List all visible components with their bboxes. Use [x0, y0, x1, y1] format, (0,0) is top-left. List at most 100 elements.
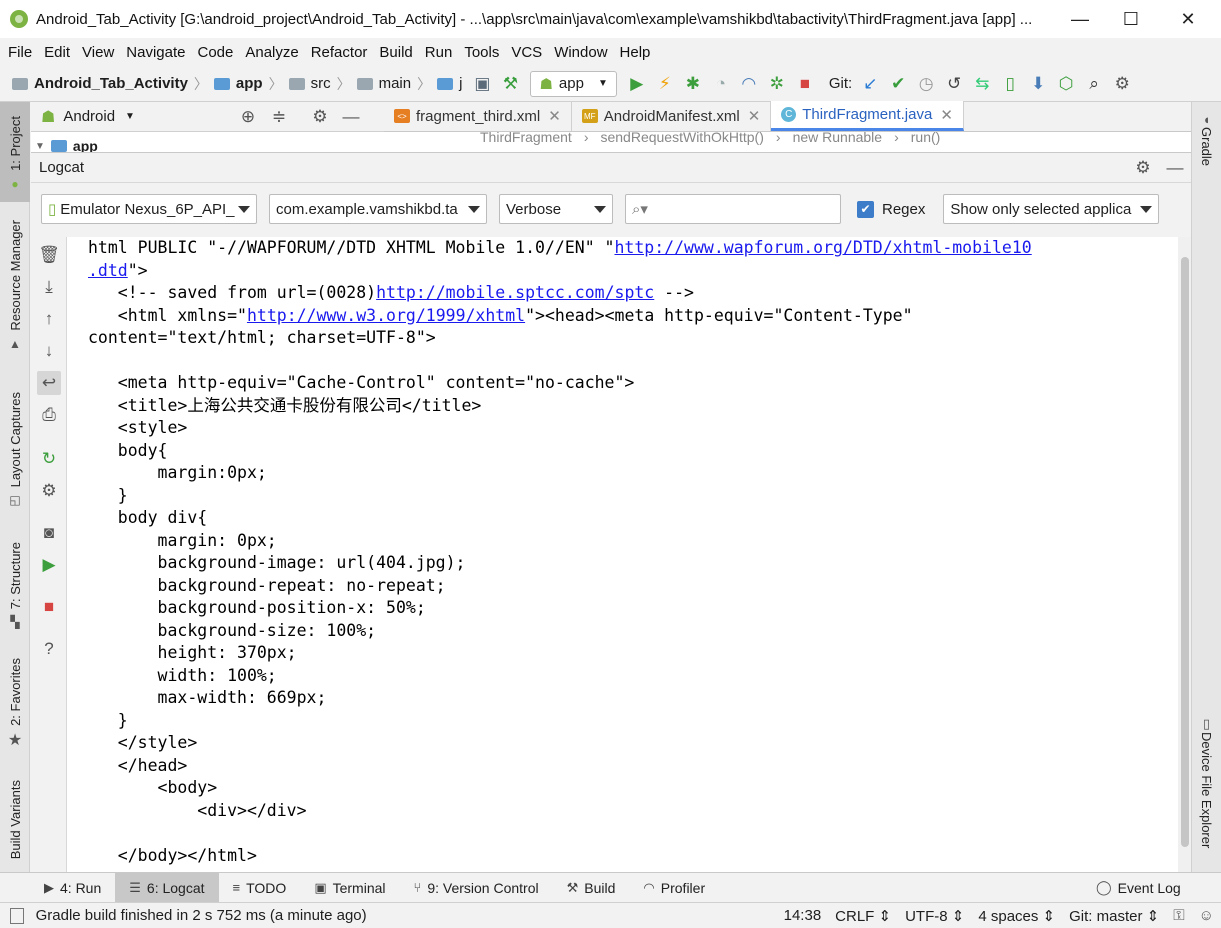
search-icon[interactable]: ⌕ — [1081, 71, 1107, 97]
scrollbar-thumb[interactable] — [1181, 257, 1189, 847]
git-update-icon[interactable]: ↙ — [857, 71, 883, 97]
stop-icon[interactable]: ■ — [792, 71, 818, 97]
git-commit-icon[interactable]: ✔ — [885, 71, 911, 97]
tab-third-fragment-java[interactable]: C ThirdFragment.java ✕ — [771, 101, 964, 131]
breadcrumb-project[interactable]: Android_Tab_Activity 〉 — [12, 74, 208, 94]
tool-tab-structure[interactable]: 7: Structure ▚ — [0, 542, 30, 642]
tool-tab-layout-captures[interactable]: Layout Captures ◱ — [0, 392, 30, 512]
bottom-tab[interactable]: ◠ Profiler — [629, 873, 719, 903]
hide-panel-icon[interactable]: — — [338, 104, 364, 130]
bottom-tab[interactable]: ⑂ 9: Version Control — [400, 873, 553, 903]
log-link[interactable]: http://www.w3.org/1999/xhtml — [247, 306, 525, 325]
logcat-search-input[interactable]: ⌕▾ — [625, 194, 841, 224]
menu-analyze[interactable]: Analyze — [239, 44, 304, 61]
menu-run[interactable]: Run — [419, 44, 459, 61]
logcat-output[interactable]: html PUBLIC "-//WAPFORUM//DTD XHTML Mobi… — [67, 237, 1178, 873]
menu-view[interactable]: View — [76, 44, 120, 61]
hide-panel-icon[interactable]: — — [1162, 155, 1188, 181]
soft-wrap-icon[interactable]: ↩ — [37, 371, 61, 395]
collapse-all-icon[interactable]: ≑ — [266, 104, 292, 130]
lock-icon[interactable]: ⚿ — [1173, 907, 1184, 924]
git-history-icon[interactable]: ◷ — [913, 71, 939, 97]
menu-file[interactable]: File — [2, 44, 38, 61]
menu-navigate[interactable]: Navigate — [120, 44, 191, 61]
menu-build[interactable]: Build — [373, 44, 418, 61]
settings-icon[interactable]: ⚙ — [307, 104, 333, 130]
line-separator[interactable]: CRLF ⇕ — [835, 907, 891, 925]
minimize-button[interactable]: — — [1057, 0, 1103, 38]
tool-tab-resource-manager[interactable]: Resource Manager ▲ — [0, 220, 30, 360]
apply-changes-icon[interactable]: ⚡ — [652, 71, 678, 97]
bottom-tab[interactable]: ≡ TODO — [219, 873, 301, 903]
log-level-select[interactable]: Verbose — [499, 194, 613, 224]
layout-inspector-icon[interactable]: ⬡ — [1053, 71, 1079, 97]
restart-icon[interactable]: ↻ — [37, 447, 61, 471]
stop-icon[interactable]: ■ — [37, 595, 61, 619]
editor-crumb[interactable]: new Runnable — [793, 132, 883, 145]
editor-crumb[interactable]: ThirdFragment — [480, 132, 572, 145]
tab-fragment-third-xml[interactable]: <> fragment_third.xml ✕ — [384, 101, 572, 131]
tab-android-manifest[interactable]: MF AndroidManifest.xml ✕ — [572, 101, 772, 131]
close-tab-icon[interactable]: ✕ — [748, 107, 761, 125]
filter-config-select[interactable]: Show only selected applica — [943, 194, 1160, 224]
bottom-tab[interactable]: ☰ 6: Logcat — [115, 872, 219, 903]
settings-icon[interactable]: ⚙ — [37, 479, 61, 503]
menu-tools[interactable]: Tools — [458, 44, 505, 61]
profile-icon[interactable]: ◔ — [708, 71, 734, 97]
menu-edit[interactable]: Edit — [38, 44, 76, 61]
menu-vcs[interactable]: VCS — [505, 44, 548, 61]
settings-icon[interactable]: ⚙ — [1109, 71, 1135, 97]
profiler-gauge-icon[interactable]: ◠ — [736, 71, 762, 97]
breadcrumb-java[interactable]: j — [437, 75, 462, 92]
make-project-hammer-icon[interactable]: ⚒ — [497, 71, 523, 97]
print-icon[interactable]: ⎙ — [37, 403, 61, 427]
bottom-tab[interactable]: ▣ Terminal — [300, 873, 399, 903]
project-view-mode[interactable]: Android — [63, 108, 115, 125]
log-link[interactable]: .dtd — [88, 261, 128, 280]
breadcrumb-src[interactable]: src 〉 — [288, 74, 351, 94]
chevron-down-icon[interactable]: ▼ — [125, 111, 135, 122]
git-branch[interactable]: Git: master ⇕ — [1069, 907, 1159, 925]
menu-code[interactable]: Code — [191, 44, 239, 61]
screen-record-icon[interactable]: ▶ — [37, 553, 61, 577]
bottom-tab[interactable]: ⚒ Build — [553, 873, 630, 903]
breadcrumb-main[interactable]: main 〉 — [356, 74, 431, 94]
close-button[interactable]: ✕ — [1165, 0, 1211, 38]
run-config-select[interactable]: ☗ app ▼ — [530, 70, 617, 97]
tool-tab-device-file-explorer[interactable]: ▯ Device File Explorer — [1199, 716, 1214, 848]
breadcrumb-module[interactable]: app 〉 — [213, 74, 283, 94]
tool-tab-gradle[interactable]: ◖ Gradle — [1199, 112, 1214, 166]
editor-crumb[interactable]: run() — [911, 132, 941, 145]
expand-arrow-icon[interactable]: ▼ — [35, 141, 45, 152]
help-icon[interactable]: ? — [37, 637, 61, 661]
event-log-tab[interactable]: ◯ Event Log — [1096, 879, 1181, 896]
locate-target-icon[interactable]: ⊕ — [235, 104, 261, 130]
clear-logcat-trash-icon[interactable]: 🗑 — [37, 243, 61, 267]
menu-help[interactable]: Help — [614, 44, 657, 61]
caret-position[interactable]: 14:38 — [784, 907, 822, 924]
log-link[interactable]: http://mobile.sptcc.com/sptc — [376, 283, 654, 302]
git-rollback-icon[interactable]: ↺ — [941, 71, 967, 97]
bottom-tab[interactable]: ▶ 4: Run — [30, 873, 115, 903]
avd-manager-icon[interactable]: ▯ — [997, 71, 1023, 97]
status-message[interactable]: Gradle build finished in 2 s 752 ms (a m… — [36, 907, 367, 924]
close-tab-icon[interactable]: ✕ — [940, 106, 953, 124]
run-icon[interactable]: ▶ — [624, 71, 650, 97]
down-arrow-icon[interactable]: ↓ — [37, 339, 61, 363]
settings-icon[interactable]: ⚙ — [1130, 155, 1156, 181]
toggle-tool-windows-icon[interactable] — [10, 907, 24, 924]
debug-icon[interactable]: ✱ — [680, 71, 706, 97]
up-arrow-icon[interactable]: ↑ — [37, 307, 61, 331]
menu-window[interactable]: Window — [548, 44, 613, 61]
close-tab-icon[interactable]: ✕ — [548, 107, 561, 125]
device-select[interactable]: ▯ Emulator Nexus_6P_API_ — [41, 194, 257, 224]
inspector-icon[interactable]: ☺ — [1199, 907, 1214, 924]
attach-process-icon[interactable]: ✲ — [764, 71, 790, 97]
process-select[interactable]: com.example.vamshikbd.ta — [269, 194, 487, 224]
file-encoding[interactable]: UTF-8 ⇕ — [905, 907, 964, 925]
editor-crumb[interactable]: sendRequestWithOkHttp() — [600, 132, 763, 145]
maximize-button[interactable]: ☐ — [1108, 0, 1154, 38]
attach-debugger-icon[interactable]: ▣ — [469, 71, 495, 97]
indent-setting[interactable]: 4 spaces ⇕ — [978, 907, 1055, 925]
tool-tab-build-variants[interactable]: Build Variants — [0, 780, 30, 870]
